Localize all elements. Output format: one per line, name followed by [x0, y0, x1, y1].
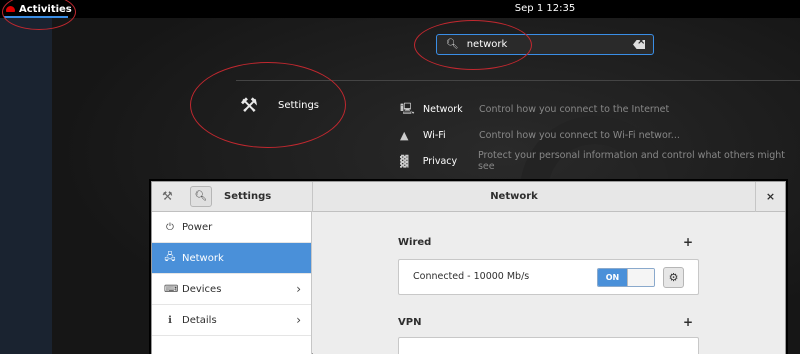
window-header-bar: ⚒︎ 🔍︎ Settings Network × — [152, 182, 785, 212]
wired-section-title: Wired — [398, 237, 432, 248]
sidebar-item-label: Devices — [182, 283, 222, 295]
devices-icon: ⌨ — [164, 283, 179, 295]
wired-toggle-switch[interactable]: ON — [597, 268, 655, 287]
clear-search-icon[interactable] — [633, 40, 645, 49]
sidebar-item-label: Network — [182, 252, 224, 264]
vpn-card — [398, 337, 699, 354]
power-icon: ⏻ — [166, 221, 174, 233]
wired-connection-card: Connected - 10000 Mb/s ON ⚙︎ — [398, 259, 699, 295]
sidebar-item-details[interactable]: ℹ Details › — [152, 305, 311, 336]
result-description: Control how you connect to Wi-Fi networ.… — [479, 129, 680, 141]
result-name: Network — [423, 103, 463, 115]
window-app-title: Settings — [224, 191, 272, 202]
sidebar-item-label: Power — [182, 221, 213, 233]
result-description: Protect your personal information and co… — [477, 150, 785, 172]
network-panel: Wired + Connected - 10000 Mb/s ON ⚙︎ VPN… — [313, 212, 785, 354]
dash-panel — [0, 18, 52, 354]
result-wifi[interactable]: ▲ Wi-Fi Control how you connect to Wi-Fi… — [400, 122, 800, 148]
chevron-right-icon: › — [296, 282, 301, 296]
network-icon: 🖧 — [164, 251, 176, 263]
privacy-icon: ▓ — [400, 154, 409, 168]
sidebar-item-devices[interactable]: ⌨ Devices › — [152, 274, 311, 305]
settings-window: ⚒︎ 🔍︎ Settings Network × ⏻ Power 🖧 Netwo… — [151, 181, 786, 354]
annotation-ellipse-settings — [190, 62, 346, 148]
result-privacy[interactable]: ▓ Privacy Protect your personal informat… — [400, 148, 800, 174]
sidebar-item-power[interactable]: ⏻ Power — [152, 212, 311, 243]
result-name: Privacy — [422, 155, 458, 167]
tools-icon: ⚒︎ — [162, 189, 173, 203]
wired-settings-button[interactable]: ⚙︎ — [663, 267, 684, 288]
top-bar: Activities Sep 1 12:35 — [0, 0, 800, 18]
vpn-section-title: VPN — [398, 317, 422, 328]
chevron-right-icon: › — [296, 313, 301, 327]
network-icon: 🖳︎ — [400, 101, 415, 115]
settings-sidebar: ⏻ Power 🖧 Network ⌨ Devices › ℹ Details … — [152, 212, 312, 354]
window-panel-title: Network — [490, 191, 538, 202]
wifi-icon: ▲ — [400, 128, 409, 142]
settings-results-list: 🖳︎ Network Control how you connect to th… — [400, 96, 800, 174]
search-button[interactable]: 🔍︎ — [190, 186, 212, 207]
clock[interactable]: Sep 1 12:35 — [0, 0, 800, 18]
result-network[interactable]: 🖳︎ Network Control how you connect to th… — [400, 96, 800, 122]
add-vpn-button[interactable]: + — [683, 315, 693, 329]
sidebar-item-network[interactable]: 🖧 Network — [152, 243, 311, 274]
result-name: Wi-Fi — [423, 129, 446, 141]
toggle-on-label: ON — [598, 269, 627, 286]
gear-icon: ⚙︎ — [668, 271, 679, 284]
annotation-ellipse-search — [414, 20, 532, 70]
toggle-knob — [627, 269, 654, 286]
close-button[interactable]: × — [756, 182, 785, 212]
add-wired-button[interactable]: + — [683, 235, 693, 249]
result-description: Control how you connect to the Internet — [479, 103, 670, 115]
details-icon: ℹ — [168, 314, 172, 326]
wired-status-text: Connected - 10000 Mb/s — [413, 271, 530, 282]
sidebar-item-label: Details — [182, 314, 217, 326]
